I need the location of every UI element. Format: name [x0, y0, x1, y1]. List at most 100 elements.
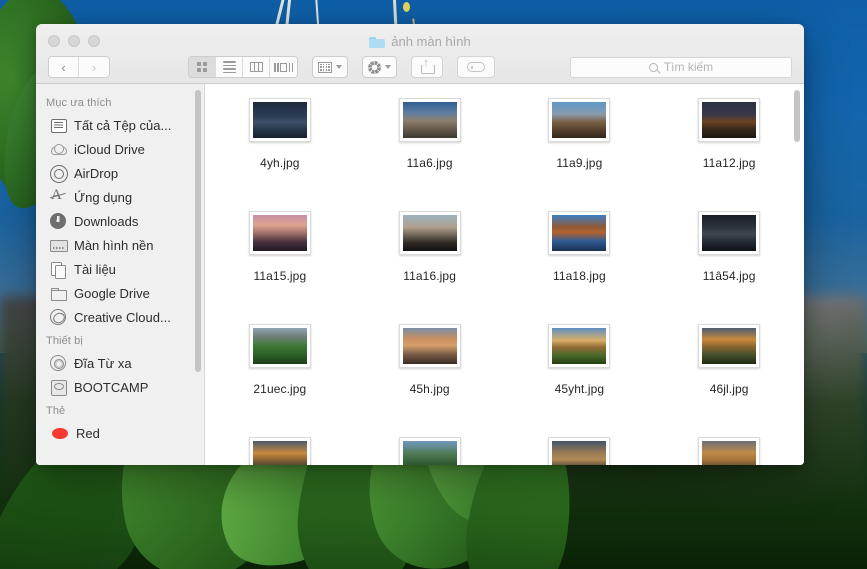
sidebar-item-t-t-c-t-p-c-a[interactable]: Tất cả Tệp của...	[36, 113, 204, 137]
red-tag-icon	[52, 427, 68, 439]
image-preview	[552, 215, 607, 251]
sidebar-item-creative-cloud[interactable]: Creative Cloud...	[36, 305, 204, 329]
sidebar-item-label: Red	[76, 425, 100, 441]
sidebar-item-label: Google Drive	[74, 285, 150, 301]
action-menu-button[interactable]	[362, 56, 397, 78]
sidebar-item-bootcamp[interactable]: BOOTCAMP	[36, 375, 204, 399]
columns-icon	[249, 62, 263, 72]
image-preview	[252, 215, 307, 251]
share-button[interactable]	[411, 56, 443, 78]
file-thumbnail[interactable]	[248, 437, 311, 465]
file-item[interactable]	[205, 437, 355, 465]
coverflow-icon	[274, 62, 293, 72]
wallpaper-bud-2	[403, 2, 410, 12]
image-preview	[252, 441, 307, 465]
file-thumbnail[interactable]	[548, 98, 611, 142]
icon-view-button[interactable]	[189, 57, 216, 77]
file-thumbnail[interactable]	[548, 324, 611, 368]
documents-icon	[50, 261, 66, 279]
sidebar-item-downloads[interactable]: Downloads	[36, 209, 204, 233]
share-icon	[421, 58, 435, 74]
back-button[interactable]: ‹	[49, 57, 79, 77]
chevron-left-icon: ‹	[61, 59, 66, 75]
file-name-label: 11a12.jpg	[702, 156, 756, 170]
sidebar-item-label: AirDrop	[74, 165, 119, 181]
file-item[interactable]	[505, 437, 655, 465]
icloud-icon	[50, 141, 67, 157]
file-item[interactable]: 11â54.jpg	[654, 211, 804, 324]
navigation-buttons: ‹ ›	[48, 56, 110, 78]
file-item[interactable]: 11a15.jpg	[205, 211, 355, 324]
image-preview	[252, 328, 307, 364]
image-preview	[252, 102, 307, 138]
sidebar-section-header: Mục ưa thích	[46, 97, 112, 109]
arrange-button[interactable]	[312, 56, 348, 78]
file-thumbnail[interactable]	[698, 98, 761, 142]
file-thumbnail[interactable]	[698, 324, 761, 368]
file-thumbnail[interactable]	[248, 98, 311, 142]
chevron-down-icon	[385, 65, 391, 69]
search-placeholder: Tìm kiếm	[663, 60, 714, 74]
file-item[interactable]: 11a6.jpg	[355, 98, 505, 211]
file-item[interactable]	[355, 437, 505, 465]
coverflow-view-button[interactable]	[270, 57, 297, 77]
search-icon	[648, 62, 658, 72]
file-grid: 4yh.jpg 11a6.jpg 11a9.jpg 11a12.jpg 11a15.jp…	[205, 98, 804, 465]
file-item[interactable]: 11a16.jpg	[355, 211, 505, 324]
file-thumbnail[interactable]	[698, 211, 761, 255]
forward-button[interactable]: ›	[79, 57, 109, 77]
finder-window[interactable]: ảnh màn hình ‹ › ↑ Tìm kiếm Mục ưa thích…	[36, 24, 804, 465]
image-preview	[702, 102, 757, 138]
file-thumbnail[interactable]	[398, 324, 461, 368]
sidebar-scrollbar[interactable]	[195, 90, 201, 372]
search-input[interactable]: Tìm kiếm	[570, 56, 792, 78]
image-preview	[402, 102, 457, 138]
sidebar-item-a-t-xa[interactable]: Đĩa Từ xa	[36, 351, 204, 375]
sidebar-item-t-i-li-u[interactable]: Tài liệu	[36, 257, 204, 281]
file-item[interactable]: 45yht.jpg	[505, 324, 655, 437]
sidebar-item-label: Tất cả Tệp của...	[74, 117, 172, 133]
file-item[interactable]: 46jl.jpg	[654, 324, 804, 437]
file-grid-pane[interactable]: 4yh.jpg 11a6.jpg 11a9.jpg 11a12.jpg 11a15.jp…	[205, 84, 804, 465]
tag-icon	[467, 62, 485, 72]
file-item[interactable]	[654, 437, 804, 465]
sidebar-item-m-n-h-nh-n-n[interactable]: Màn hình nền	[36, 233, 204, 257]
sidebar-item-label: Màn hình nền	[74, 237, 154, 253]
file-name-label: 11â54.jpg	[702, 269, 756, 283]
file-name-label: 11a16.jpg	[403, 269, 456, 283]
sidebar-item-airdrop[interactable]: AirDrop	[36, 161, 204, 185]
tag-button[interactable]	[457, 56, 495, 78]
file-thumbnail[interactable]	[398, 98, 461, 142]
sidebar-item-google-drive[interactable]: Google Drive	[36, 281, 204, 305]
file-thumbnail[interactable]	[548, 211, 611, 255]
sidebar[interactable]: Mục ưa thích Tất cả Tệp của... iCloud Driv…	[36, 84, 205, 465]
sidebar-item-ng-d-ng[interactable]: Ứng dụng	[36, 185, 204, 209]
sidebar-item-icloud-drive[interactable]: iCloud Drive	[36, 137, 204, 161]
file-thumbnail[interactable]	[548, 437, 611, 465]
file-item[interactable]: 21uec.jpg	[205, 324, 355, 437]
file-thumbnail[interactable]	[398, 211, 461, 255]
sidebar-item-label: Đĩa Từ xa	[74, 355, 132, 371]
file-item[interactable]: 11a18.jpg	[505, 211, 655, 324]
image-preview	[402, 328, 457, 364]
file-item[interactable]: 11a9.jpg	[505, 98, 655, 211]
file-item[interactable]: 11a12.jpg	[654, 98, 804, 211]
file-name-label: 46jl.jpg	[709, 382, 749, 396]
hard-drive-icon	[50, 379, 67, 396]
file-thumbnail[interactable]	[398, 437, 461, 465]
sidebar-item-label: BOOTCAMP	[74, 379, 149, 395]
sidebar-item-red[interactable]: Red	[36, 421, 204, 445]
all-files-icon	[50, 117, 67, 133]
file-item[interactable]: 4yh.jpg	[205, 98, 355, 211]
list-view-button[interactable]	[216, 57, 243, 77]
file-thumbnail[interactable]	[698, 437, 761, 465]
image-preview	[702, 441, 757, 465]
column-view-button[interactable]	[243, 57, 270, 77]
file-thumbnail[interactable]	[248, 324, 311, 368]
arrange-icon	[318, 61, 332, 73]
image-preview	[702, 215, 757, 251]
file-item[interactable]: 45h.jpg	[355, 324, 505, 437]
file-name-label: 11a9.jpg	[556, 156, 603, 170]
content-scrollbar[interactable]	[794, 90, 800, 142]
file-thumbnail[interactable]	[248, 211, 311, 255]
